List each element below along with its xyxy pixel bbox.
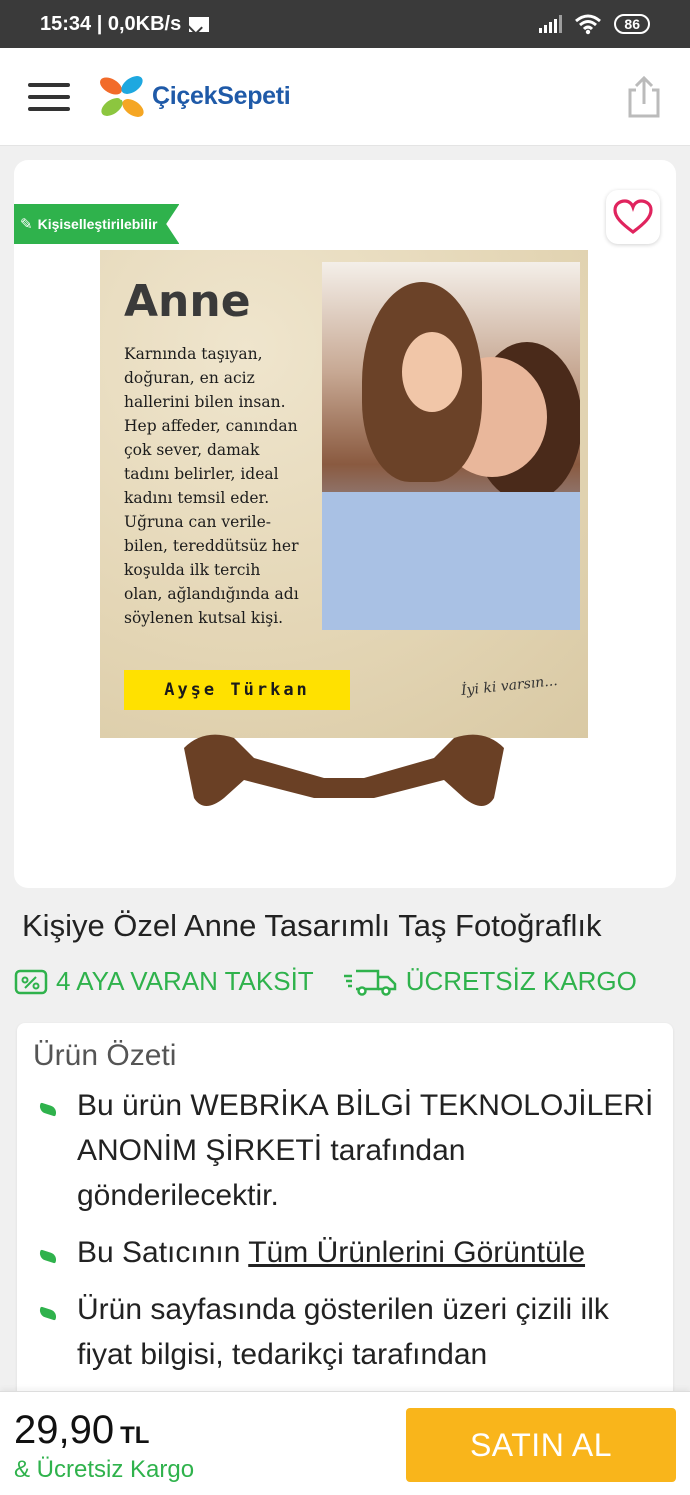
- summary-list: Bu ürün WEBRİKA BİLGİ TEKNOLOJİLERİ ANON…: [33, 1083, 657, 1377]
- share-icon[interactable]: [626, 75, 662, 118]
- heart-icon: [613, 199, 653, 235]
- free-shipping-note: & Ücretsiz Kargo: [14, 1456, 195, 1483]
- name-tag: Ayşe Türkan: [124, 670, 350, 710]
- personalizable-badge: ✎ Kişiselleştirilebilir: [14, 204, 180, 244]
- price: 29,90 TL: [14, 1408, 149, 1453]
- truck-icon: [343, 969, 396, 996]
- leaf-bullet-icon: [38, 1102, 58, 1117]
- poem-line: söylenen kutsal kişi.: [124, 609, 284, 627]
- installment-icon: [14, 969, 48, 994]
- logo-text: ÇiçekSepeti: [152, 82, 291, 110]
- poem-line: tadını belirler, ideal: [124, 465, 279, 483]
- list-item: Bu Satıcının Tüm Ürünlerini Görüntüle: [33, 1230, 657, 1275]
- price-info-text: Ürün sayfasında gösterilen üzeri çizili …: [77, 1293, 609, 1371]
- product-photo: Anne Karnında taşıyan, doğuran, en aciz …: [100, 250, 588, 738]
- list-item: Ürün sayfasında gösterilen üzeri çizili …: [33, 1287, 657, 1377]
- wooden-stand: [184, 734, 504, 806]
- product-title: Kişiye Özel Anne Tasarımlı Taş Fotoğrafl…: [22, 908, 602, 943]
- free-shipping-label: ÜCRETSİZ KARGO: [405, 966, 637, 996]
- app-header: ÇiçekSepeti: [0, 48, 690, 146]
- seller-info-text: Bu ürün WEBRİKA BİLGİ TEKNOLOJİLERİ ANON…: [77, 1089, 654, 1212]
- product-image-heading: Anne: [124, 276, 251, 327]
- mail-icon: [189, 16, 210, 32]
- summary-title: Ürün Özeti: [33, 1039, 177, 1072]
- poem-line: olan, ağlandığında adı: [124, 585, 299, 603]
- signal-icon: [539, 15, 563, 33]
- buy-button[interactable]: SATIN AL: [406, 1408, 676, 1482]
- status-bar: 15:34 | 0,0KB/s 86: [0, 0, 690, 48]
- poem-line: Karnında taşıyan,: [124, 345, 263, 363]
- leaf-bullet-icon: [38, 1249, 58, 1264]
- installment-perk: 4 AYA VARAN TAKSİT: [14, 966, 314, 997]
- poem-line: Uğruna can verile-: [124, 513, 272, 531]
- poem-line: çok sever, damak: [124, 441, 260, 459]
- product-image-poem: Karnında taşıyan, doğuran, en aciz halle…: [124, 342, 314, 630]
- mother-daughter-photo: [322, 262, 580, 630]
- purchase-bar: 29,90 TL & Ücretsiz Kargo SATIN AL: [0, 1391, 690, 1495]
- favorite-button[interactable]: [606, 190, 660, 244]
- installment-label: 4 AYA VARAN TAKSİT: [56, 966, 314, 996]
- poem-line: hallerini bilen insan.: [124, 393, 286, 411]
- price-value: 29,90: [14, 1408, 115, 1452]
- menu-icon[interactable]: [28, 82, 70, 111]
- product-summary: Ürün Özeti Bu ürün WEBRİKA BİLGİ TEKNOLO…: [17, 1023, 673, 1423]
- wifi-icon: [575, 14, 602, 35]
- list-item: Bu ürün WEBRİKA BİLGİ TEKNOLOJİLERİ ANON…: [33, 1083, 657, 1218]
- poem-line: koşulda ilk tercih: [124, 561, 261, 579]
- product-perks: 4 AYA VARAN TAKSİT ÜCRETSİZ KARGO: [14, 966, 637, 997]
- leaf-bullet-icon: [38, 1306, 58, 1321]
- price-currency: TL: [120, 1422, 150, 1449]
- product-image-card[interactable]: ✎ Kişiselleştirilebilir Anne Karnında ta…: [14, 160, 676, 888]
- seller-products-prefix: Bu Satıcının: [77, 1236, 249, 1269]
- poem-line: bilen, tereddütsüz her: [124, 537, 299, 555]
- poem-line: kadını temsil eder.: [124, 489, 270, 507]
- free-shipping-perk: ÜCRETSİZ KARGO: [342, 966, 637, 997]
- signature-text: İyi ki varsın...: [460, 672, 559, 700]
- view-all-seller-products-link[interactable]: Tüm Ürünlerini Görüntüle: [248, 1236, 585, 1269]
- poem-line: doğuran, en aciz: [124, 369, 255, 387]
- logo[interactable]: ÇiçekSepeti: [98, 75, 291, 119]
- pencil-icon: ✎: [20, 216, 33, 233]
- poem-line: Hep affeder, canından: [124, 417, 298, 435]
- logo-icon: [100, 75, 144, 117]
- badge-label: Kişiselleştirilebilir: [37, 216, 158, 232]
- battery-indicator: 86: [614, 14, 650, 34]
- status-time: 15:34 | 0,0KB/s: [40, 12, 182, 35]
